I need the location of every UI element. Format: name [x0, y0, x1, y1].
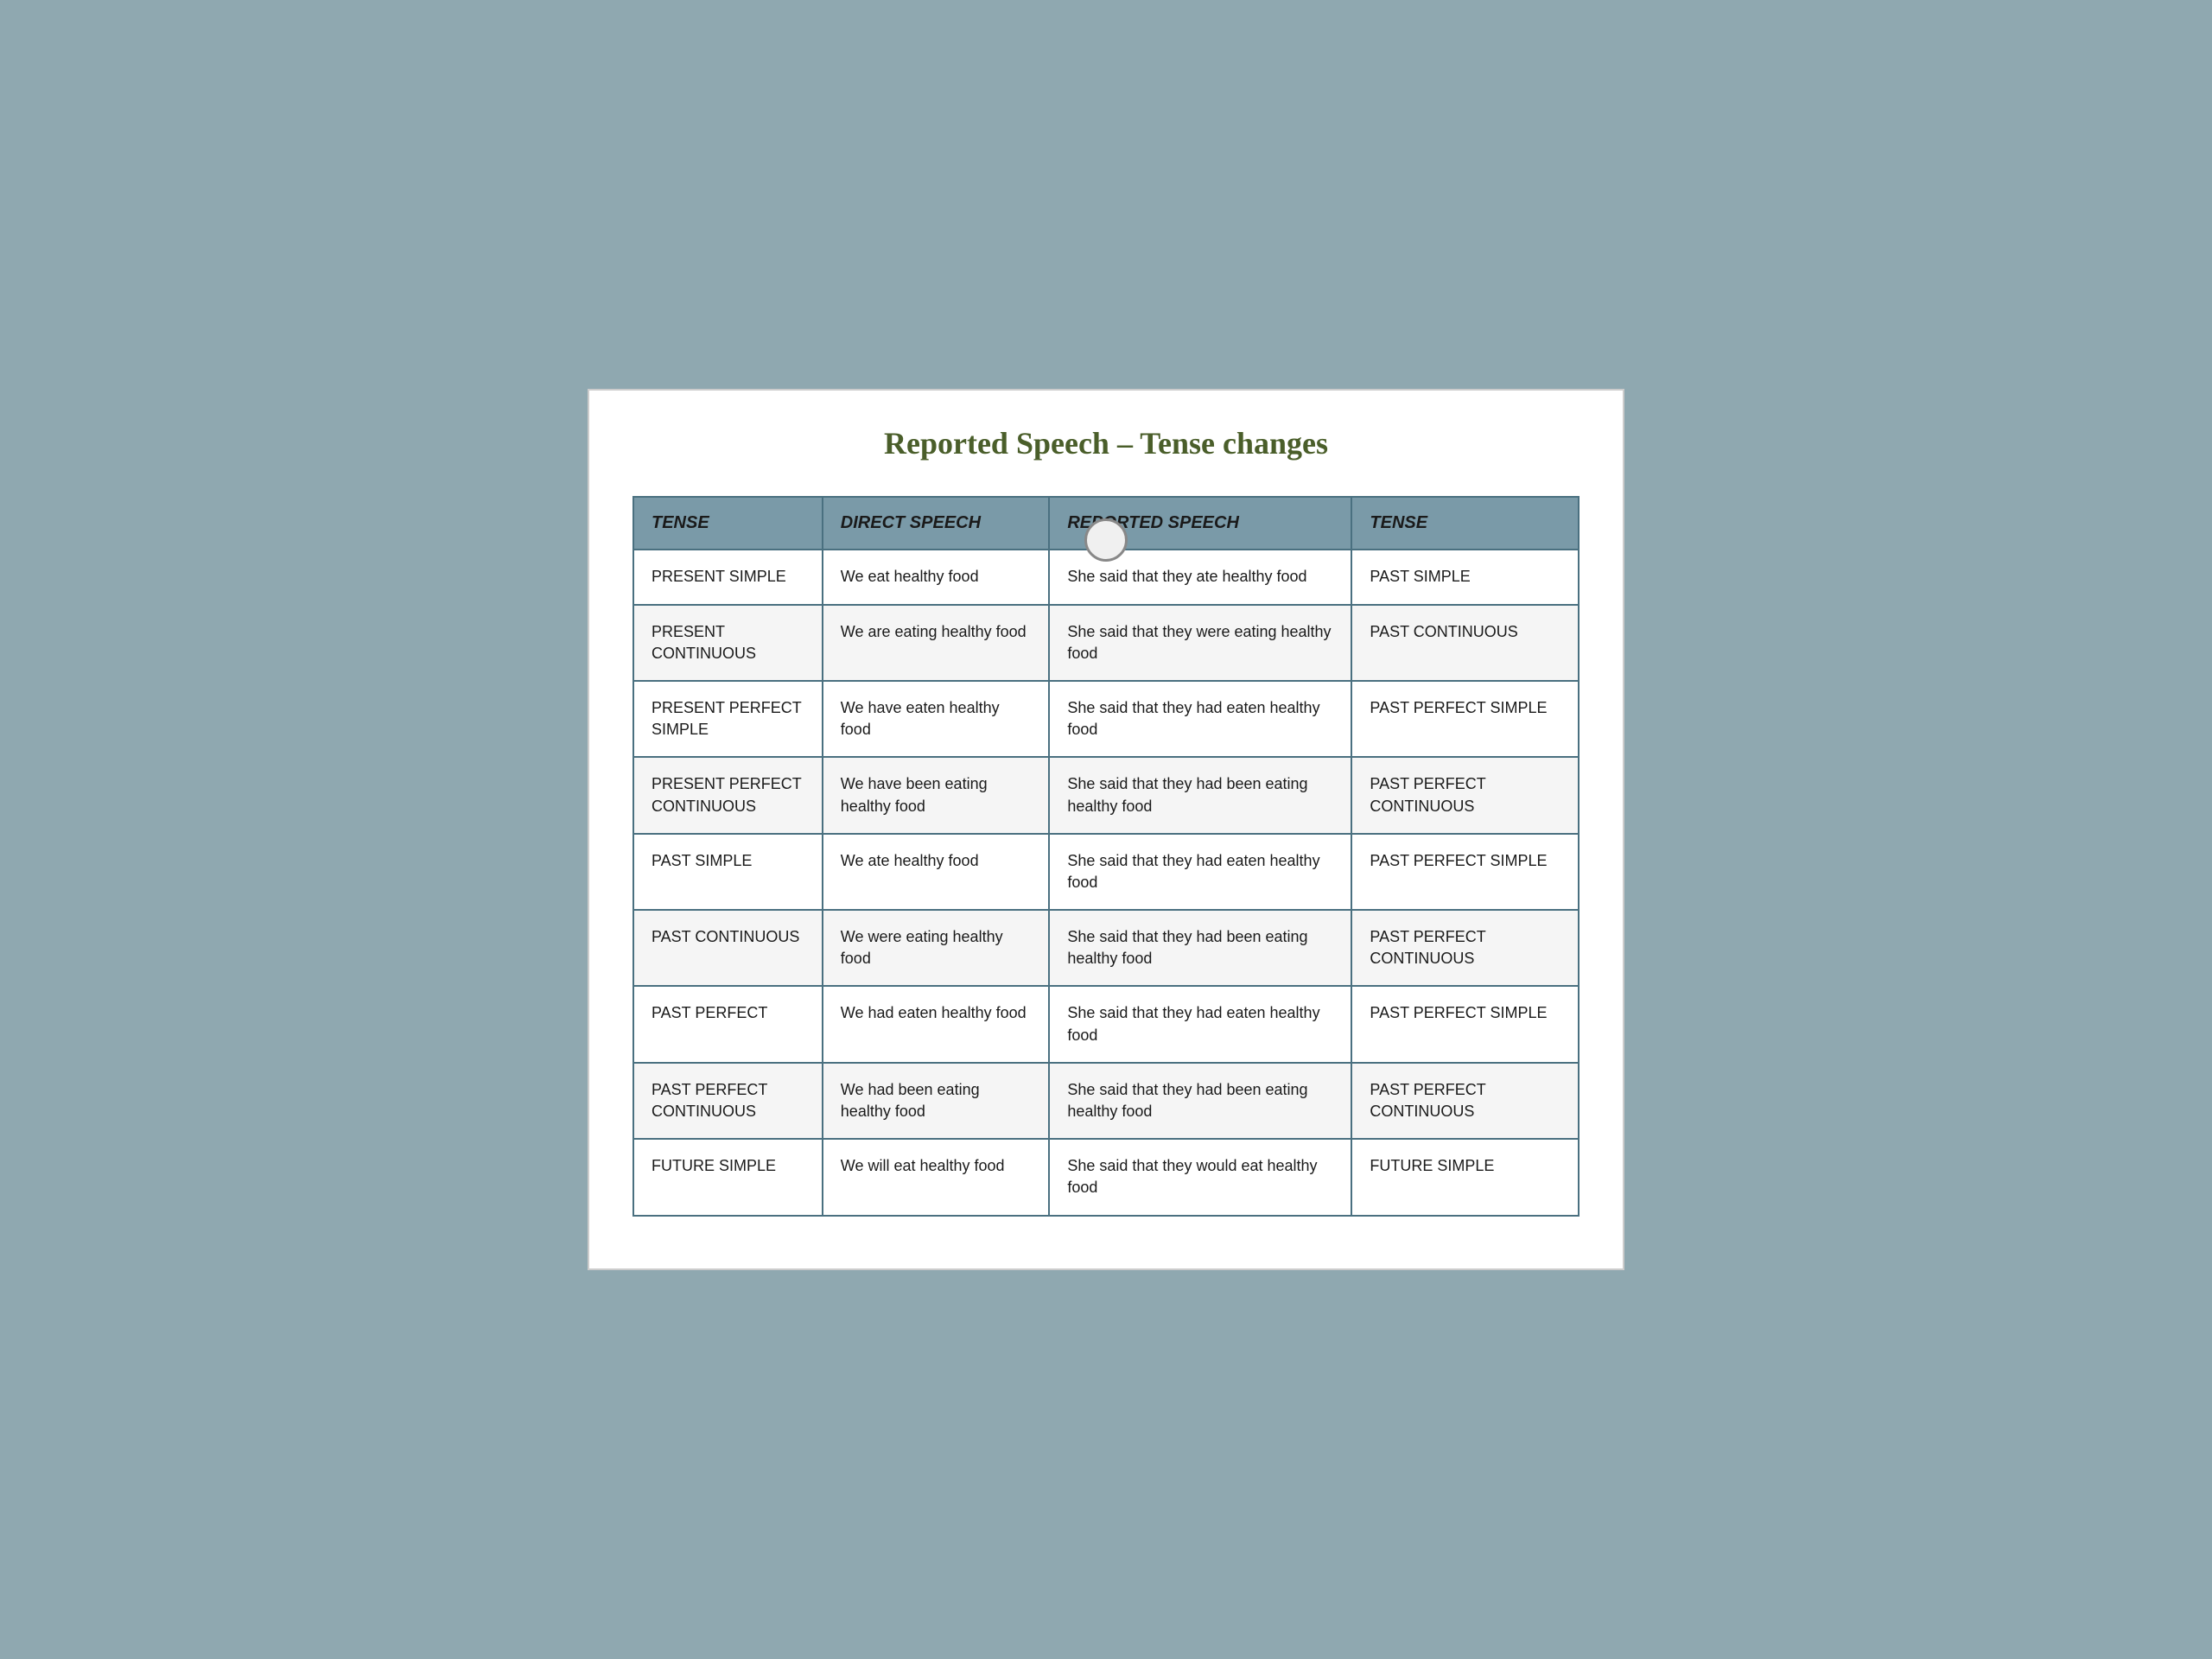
page-title: Reported Speech – Tense changes [632, 425, 1580, 461]
cell-tense: PAST SIMPLE [633, 834, 823, 910]
circle-decoration [1084, 518, 1128, 562]
cell-reported: She said that they were eating healthy f… [1049, 605, 1351, 681]
cell-result-tense: PAST PERFECT CONTINUOUS [1351, 757, 1579, 833]
cell-direct: We have eaten healthy food [823, 681, 1050, 757]
table-row: PRESENT CONTINUOUSWe are eating healthy … [633, 605, 1579, 681]
cell-direct: We are eating healthy food [823, 605, 1050, 681]
cell-reported: She said that they had eaten healthy foo… [1049, 986, 1351, 1062]
table-row: PRESENT PERFECT CONTINUOUSWe have been e… [633, 757, 1579, 833]
table-row: PAST CONTINUOUSWe were eating healthy fo… [633, 910, 1579, 986]
cell-tense: PAST CONTINUOUS [633, 910, 823, 986]
table-row: PAST PERFECTWe had eaten healthy foodShe… [633, 986, 1579, 1062]
header-tense: TENSE [633, 497, 823, 550]
cell-reported: She said that they had been eating healt… [1049, 910, 1351, 986]
cell-tense: PAST PERFECT [633, 986, 823, 1062]
header-result: TENSE [1351, 497, 1579, 550]
cell-tense: PRESENT CONTINUOUS [633, 605, 823, 681]
cell-tense: FUTURE SIMPLE [633, 1139, 823, 1215]
cell-reported: She said that they had been eating healt… [1049, 1063, 1351, 1139]
table-row: PAST PERFECT CONTINUOUSWe had been eatin… [633, 1063, 1579, 1139]
cell-direct: We will eat healthy food [823, 1139, 1050, 1215]
cell-reported: She said that they had been eating healt… [1049, 757, 1351, 833]
cell-tense: PRESENT PERFECT CONTINUOUS [633, 757, 823, 833]
cell-result-tense: PAST PERFECT SIMPLE [1351, 986, 1579, 1062]
cell-direct: We had eaten healthy food [823, 986, 1050, 1062]
slide-container: Reported Speech – Tense changes TENSE DI… [588, 389, 1624, 1269]
cell-direct: We ate healthy food [823, 834, 1050, 910]
cell-result-tense: PAST PERFECT CONTINUOUS [1351, 910, 1579, 986]
cell-direct: We were eating healthy food [823, 910, 1050, 986]
cell-result-tense: PAST CONTINUOUS [1351, 605, 1579, 681]
cell-tense: PRESENT SIMPLE [633, 550, 823, 604]
cell-result-tense: FUTURE SIMPLE [1351, 1139, 1579, 1215]
cell-reported: She said that they had eaten healthy foo… [1049, 681, 1351, 757]
cell-tense: PRESENT PERFECT SIMPLE [633, 681, 823, 757]
cell-reported: She said that they would eat healthy foo… [1049, 1139, 1351, 1215]
cell-tense: PAST PERFECT CONTINUOUS [633, 1063, 823, 1139]
cell-result-tense: PAST PERFECT SIMPLE [1351, 834, 1579, 910]
cell-result-tense: PAST PERFECT CONTINUOUS [1351, 1063, 1579, 1139]
header-direct: DIRECT SPEECH [823, 497, 1050, 550]
cell-result-tense: PAST SIMPLE [1351, 550, 1579, 604]
table-row: FUTURE SIMPLEWe will eat healthy foodShe… [633, 1139, 1579, 1215]
cell-reported: She said that they had eaten healthy foo… [1049, 834, 1351, 910]
tense-table: TENSE DIRECT SPEECH REPORTED SPEECH TENS… [632, 496, 1580, 1216]
table-row: PRESENT PERFECT SIMPLEWe have eaten heal… [633, 681, 1579, 757]
cell-direct: We had been eating healthy food [823, 1063, 1050, 1139]
cell-result-tense: PAST PERFECT SIMPLE [1351, 681, 1579, 757]
cell-direct: We have been eating healthy food [823, 757, 1050, 833]
cell-direct: We eat healthy food [823, 550, 1050, 604]
table-row: PAST SIMPLEWe ate healthy foodShe said t… [633, 834, 1579, 910]
